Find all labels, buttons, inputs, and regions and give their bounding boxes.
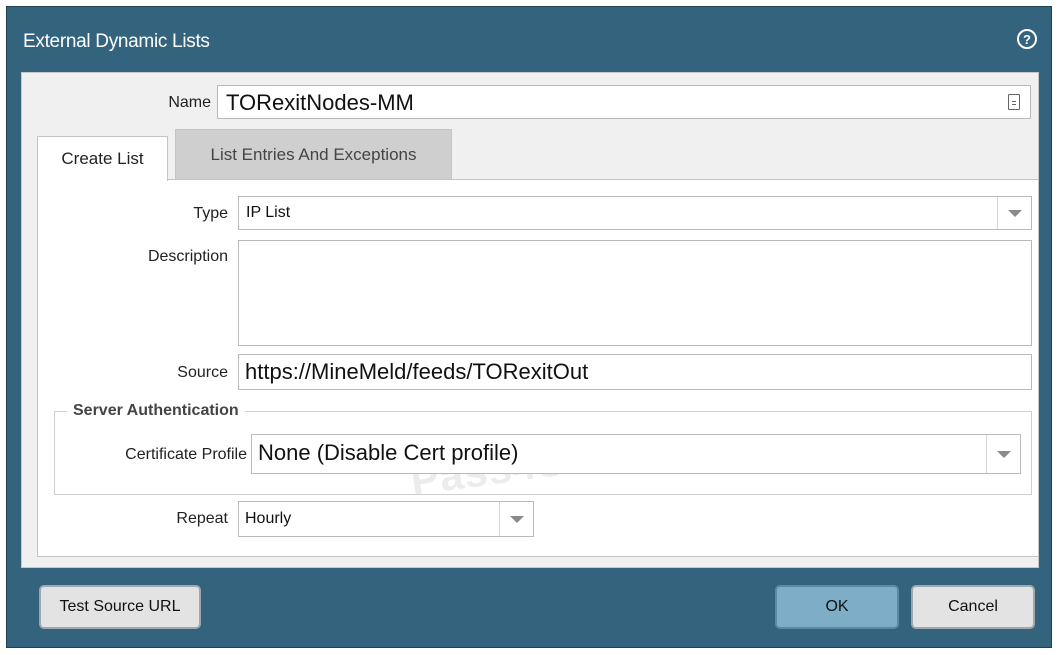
name-value: TORexitNodes-MM [226, 90, 414, 115]
question-circle-icon[interactable]: ? [1017, 29, 1037, 49]
type-select[interactable]: IP List [238, 196, 1032, 230]
ok-button[interactable]: OK [775, 585, 899, 629]
repeat-select[interactable]: Hourly [238, 501, 534, 537]
certificate-profile-dropdown-button[interactable] [986, 435, 1020, 473]
cancel-button[interactable]: Cancel [911, 585, 1035, 629]
chevron-down-icon [996, 450, 1011, 458]
source-value: https://MineMeld/feeds/TORexitOut [245, 359, 589, 384]
tab-create-list[interactable]: Create List [37, 136, 168, 181]
certificate-profile-value: None (Disable Cert profile) [258, 440, 519, 465]
chevron-down-icon [1007, 209, 1022, 217]
tab-list-entries-and-exceptions[interactable]: List Entries And Exceptions [175, 129, 452, 179]
repeat-dropdown-button[interactable] [499, 502, 533, 536]
type-value: IP List [246, 204, 291, 221]
document-icon[interactable] [1008, 94, 1020, 110]
certificate-profile-select[interactable]: None (Disable Cert profile) [251, 434, 1021, 474]
repeat-label: Repeat [176, 510, 228, 527]
description-textarea[interactable] [238, 240, 1032, 346]
name-input[interactable]: TORexitNodes-MM [217, 85, 1031, 119]
source-input[interactable]: https://MineMeld/feeds/TORexitOut [238, 354, 1032, 390]
server-authentication-group: Server Authentication Certificate Profil… [54, 402, 1032, 495]
name-label: Name [168, 94, 211, 111]
description-label: Description [147, 248, 228, 265]
type-dropdown-button[interactable] [997, 197, 1031, 229]
repeat-value: Hourly [245, 510, 292, 527]
external-dynamic-lists-dialog: External Dynamic Lists ? Name TORexitNod… [6, 6, 1052, 648]
create-list-panel: Pass4Sure Type IP List Description Sourc… [37, 179, 1039, 557]
type-label: Type [193, 205, 228, 222]
server-authentication-legend: Server Authentication [67, 402, 245, 420]
certificate-profile-label: Certificate Profile [125, 446, 247, 463]
dialog-title: External Dynamic Lists [23, 31, 210, 52]
source-label: Source [177, 364, 228, 381]
test-source-url-button[interactable]: Test Source URL [39, 585, 201, 629]
chevron-down-icon [509, 515, 524, 523]
